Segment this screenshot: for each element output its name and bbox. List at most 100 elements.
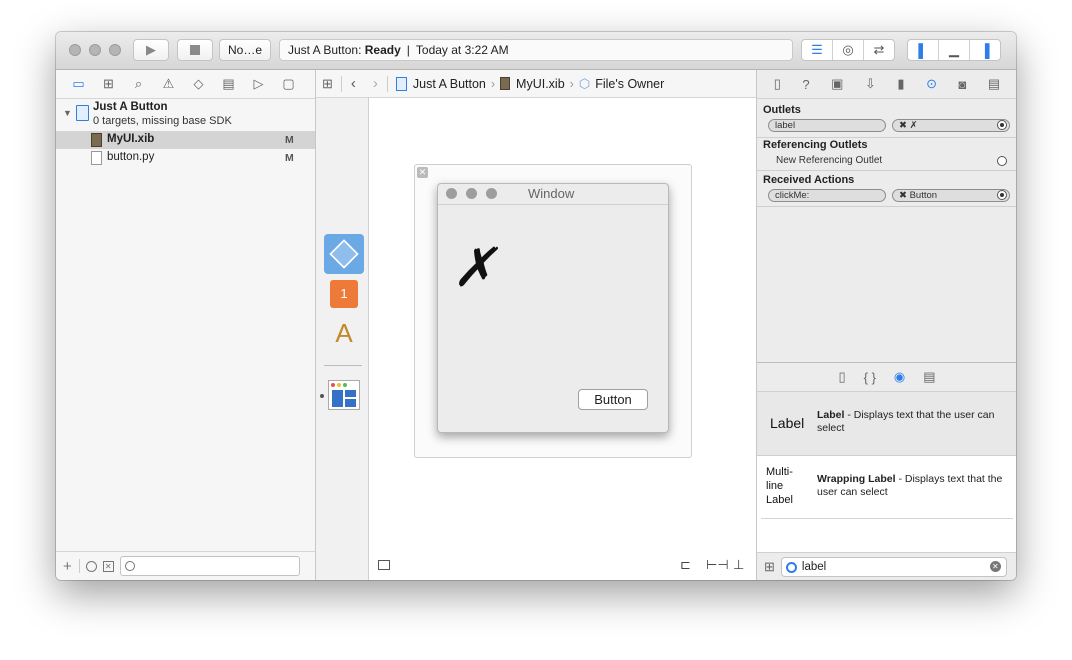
ui-button[interactable]: Button bbox=[578, 389, 648, 410]
canvas-footer: ⊏ ⊢⊣ ⊥ bbox=[369, 552, 756, 580]
minimize-window-button[interactable] bbox=[89, 44, 101, 56]
file-row-button-py[interactable]: button.py M bbox=[56, 149, 315, 167]
identity-inspector-icon[interactable]: ▣ bbox=[831, 76, 843, 92]
interface-builder-canvas[interactable]: ✕ Window ✗ Button ⊏ ⊢⊣ ⊥ bbox=[369, 98, 756, 580]
scheme-selector[interactable]: No…e bbox=[219, 39, 271, 61]
file-inspector-icon[interactable]: ▯ bbox=[774, 76, 781, 92]
view-toggle-control[interactable]: ▌ ▁ ▐ bbox=[907, 39, 1001, 61]
scm-status-badge: M bbox=[285, 152, 294, 164]
outlet-target[interactable]: ✖ ✗ bbox=[892, 119, 1010, 132]
label-preview: Label bbox=[770, 415, 805, 431]
outlets-title: Outlets bbox=[763, 104, 801, 116]
window-object-icon[interactable] bbox=[328, 380, 360, 410]
referencing-outlet-connection-dot[interactable] bbox=[997, 156, 1007, 166]
pin-icon[interactable]: ⊢⊣ bbox=[706, 557, 729, 573]
symbol-navigator-icon[interactable]: ⊞ bbox=[98, 76, 119, 92]
search-icon[interactable]: ⌕ bbox=[128, 76, 149, 92]
media-library-icon[interactable]: ▤ bbox=[923, 369, 935, 385]
xib-file-icon bbox=[500, 77, 511, 90]
library-item-title: Label bbox=[817, 409, 845, 421]
grid-view-icon[interactable]: ⊞ bbox=[764, 559, 775, 575]
project-file-icon bbox=[395, 76, 407, 91]
scm-filter-icon[interactable]: ✕ bbox=[102, 560, 114, 572]
library-filter-field[interactable]: label ✕ bbox=[780, 557, 1007, 577]
breadcrumb-chevron-icon: › bbox=[490, 76, 496, 91]
version-editor-icon[interactable]: ⇄ bbox=[864, 40, 894, 60]
first-responder-icon[interactable]: 1 bbox=[330, 280, 358, 308]
file-row-myui-xib[interactable]: MyUI.xib M bbox=[56, 131, 315, 149]
stop-button[interactable] bbox=[177, 39, 213, 61]
wrapping-label-preview: Multi- line Label bbox=[766, 466, 793, 506]
filter-scope-icon bbox=[785, 561, 797, 573]
recent-clock-icon[interactable] bbox=[85, 560, 97, 572]
folder-icon[interactable]: ▭ bbox=[68, 76, 89, 92]
library-filter-bar: ⊞ label ✕ bbox=[757, 552, 1016, 580]
issue-warning-icon[interactable]: ⚠ bbox=[158, 76, 179, 92]
debug-area-toggle-icon[interactable]: ▁ bbox=[939, 40, 970, 60]
resolve-issues-icon[interactable]: ⊥ bbox=[733, 557, 744, 573]
navigator-selector-bar: ▭ ⊞ ⌕ ⚠ ◇ ▤ ▷ ▢ bbox=[56, 70, 315, 99]
run-button[interactable]: ▶ bbox=[133, 39, 169, 61]
standard-editor-icon[interactable]: ☰ bbox=[802, 40, 833, 60]
outlet-connection-dot[interactable] bbox=[997, 120, 1007, 130]
ui-label[interactable]: ✗ bbox=[449, 236, 508, 299]
report-bubble-icon[interactable]: ▢ bbox=[278, 76, 299, 92]
action-name: clickMe: bbox=[768, 189, 886, 202]
application-icon[interactable]: A bbox=[328, 318, 360, 348]
breakpoint-icon[interactable]: ▷ bbox=[248, 76, 269, 92]
window-minimize-button[interactable] bbox=[466, 188, 477, 199]
zoom-window-button[interactable] bbox=[109, 44, 121, 56]
test-diamond-icon[interactable]: ◇ bbox=[188, 76, 209, 92]
activity-status: Just A Button: Ready | Today at 3:22 AM bbox=[279, 39, 793, 61]
action-target[interactable]: ✖ Button bbox=[892, 189, 1010, 202]
app-window[interactable]: Window ✗ Button bbox=[437, 183, 669, 433]
forward-chevron-icon[interactable]: › bbox=[373, 75, 378, 92]
editor-mode-control[interactable]: ☰ ◎ ⇄ bbox=[801, 39, 895, 61]
attributes-inspector-icon[interactable]: ⇩ bbox=[865, 76, 876, 92]
close-object-icon[interactable]: ✕ bbox=[417, 167, 428, 178]
window-zoom-button[interactable] bbox=[486, 188, 497, 199]
quick-help-icon[interactable]: ? bbox=[802, 77, 809, 92]
library-selector-bar: ▯ { } ◉ ▤ bbox=[757, 363, 1016, 392]
assistant-editor-icon[interactable]: ◎ bbox=[833, 40, 864, 60]
window-close-button[interactable] bbox=[446, 188, 457, 199]
size-inspector-icon[interactable]: ▮ bbox=[897, 76, 904, 92]
cube-icon: ⬡ bbox=[578, 75, 591, 91]
align-icon[interactable]: ⊏ bbox=[680, 557, 691, 573]
library-item-label[interactable]: Label Label - Displays text that the use… bbox=[757, 392, 1016, 456]
navigator-filter-field[interactable] bbox=[119, 556, 300, 576]
jump-bar: ⊞ ‹ › Just A Button › MyUI.xib › ⬡ File'… bbox=[316, 70, 756, 98]
bindings-inspector-icon[interactable]: ◙ bbox=[959, 77, 967, 92]
navigator-toggle-icon[interactable]: ▌ bbox=[908, 40, 939, 60]
files-owner-cube-icon[interactable] bbox=[324, 234, 364, 274]
project-navigator: ▭ ⊞ ⌕ ⚠ ◇ ▤ ▷ ▢ ▼ Just A Button 0 target… bbox=[56, 70, 316, 580]
document-outline-toggle-icon[interactable] bbox=[378, 560, 390, 570]
effects-inspector-icon[interactable]: ▤ bbox=[988, 76, 1000, 92]
filter-scope-icon bbox=[124, 561, 135, 571]
document-outline-dock: 1 A bbox=[316, 98, 369, 580]
navigator-filter-bar: + ✕ bbox=[56, 551, 315, 580]
disclosure-triangle-icon[interactable]: ▼ bbox=[63, 108, 72, 118]
breadcrumb-project[interactable]: Just A Button bbox=[413, 77, 486, 91]
connections-inspector-icon[interactable]: ⊙ bbox=[926, 76, 937, 92]
project-row[interactable]: ▼ Just A Button 0 targets, missing base … bbox=[56, 99, 315, 129]
code-snippet-library-icon[interactable]: { } bbox=[864, 370, 876, 385]
back-chevron-icon[interactable]: ‹ bbox=[351, 75, 356, 92]
project-name: Just A Button bbox=[93, 101, 168, 113]
breadcrumb-owner[interactable]: File's Owner bbox=[595, 77, 664, 91]
status-state: Ready bbox=[364, 43, 401, 57]
clear-filter-icon[interactable]: ✕ bbox=[989, 561, 1001, 572]
add-icon[interactable]: + bbox=[63, 558, 72, 575]
action-connection-dot[interactable] bbox=[997, 190, 1007, 200]
object-library-icon[interactable]: ◉ bbox=[894, 369, 905, 385]
utilities-toggle-icon[interactable]: ▐ bbox=[970, 40, 1000, 60]
close-window-button[interactable] bbox=[69, 44, 81, 56]
related-items-icon[interactable]: ⊞ bbox=[322, 76, 333, 92]
status-time: Today at 3:22 AM bbox=[415, 43, 509, 57]
window-selection-frame[interactable]: ✕ Window ✗ Button bbox=[414, 164, 692, 458]
library-item-wrapping-label[interactable]: Multi- line Label Wrapping Label - Displ… bbox=[757, 456, 1016, 519]
file-template-library-icon[interactable]: ▯ bbox=[838, 369, 845, 385]
new-referencing-outlet: New Referencing Outlet bbox=[776, 155, 883, 166]
debug-gauge-icon[interactable]: ▤ bbox=[218, 76, 239, 92]
breadcrumb-file[interactable]: MyUI.xib bbox=[516, 77, 565, 91]
